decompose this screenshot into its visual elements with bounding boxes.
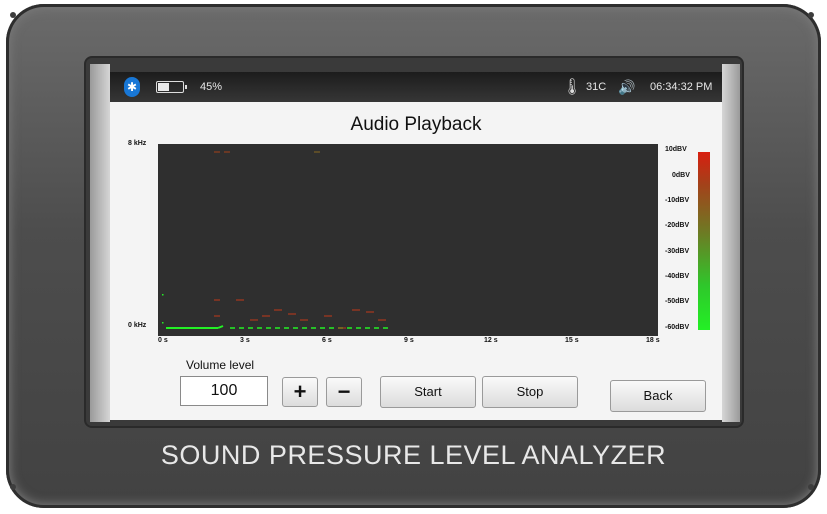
signal-mark: [162, 294, 164, 296]
device-brand: SOUND PRESSURE LEVEL ANALYZER: [160, 440, 667, 470]
signal-trace: [217, 325, 224, 329]
x-tick-label: 9 s: [404, 337, 414, 344]
back-button[interactable]: Back: [610, 380, 706, 412]
spectrogram-marks: [162, 151, 388, 329]
scale-label: -40dBV: [665, 273, 690, 280]
screw: [10, 12, 16, 18]
bezel-edge: [722, 64, 740, 422]
volume-label: Volume level: [186, 358, 255, 372]
scale-label: -60dBV: [665, 324, 690, 331]
bezel-edge: [90, 64, 110, 422]
clock: 06:34:32 PM: [650, 81, 713, 93]
battery-fill: [158, 83, 169, 91]
speaker-icon[interactable]: 🔊: [618, 79, 635, 96]
start-button[interactable]: Start: [380, 376, 476, 408]
stop-button[interactable]: Stop: [482, 376, 578, 408]
scale-label: -10dBV: [665, 197, 690, 204]
bluetooth-icon[interactable]: ✱: [124, 77, 140, 97]
battery-percent: 45%: [200, 81, 223, 93]
screw: [808, 484, 814, 490]
page-title: Audio Playback: [350, 114, 482, 135]
x-tick-label: 18 s: [646, 337, 660, 344]
status-bar: ✱ 45% 🌡 31C 🔊 06:34:32 PM: [110, 72, 722, 102]
x-tick-label: 12 s: [484, 337, 498, 344]
thermometer-icon: 🌡: [562, 79, 583, 96]
scale-label: 0dBV: [672, 172, 690, 179]
spectrogram-plot[interactable]: [158, 144, 658, 336]
x-tick-label: 6 s: [322, 337, 332, 344]
display-screen: ✱ 45% 🌡 31C 🔊 06:34:32 PM Audio Playback…: [110, 72, 722, 420]
scale-label: -30dBV: [665, 248, 690, 255]
volume-down-button[interactable]: −: [326, 377, 362, 407]
volume-up-button[interactable]: +: [282, 377, 318, 407]
y-axis-bottom-label: 0 kHz: [128, 322, 147, 329]
volume-input[interactable]: 100: [180, 376, 268, 406]
screw: [808, 12, 814, 18]
y-axis-top-label: 8 kHz: [128, 140, 147, 147]
scale-label: -50dBV: [665, 298, 690, 305]
x-tick-label: 15 s: [565, 337, 579, 344]
scale-label: -20dBV: [665, 222, 690, 229]
spectrogram-events: [162, 151, 388, 329]
scale-label: 10dBV: [665, 146, 687, 153]
screw: [10, 484, 16, 490]
dbv-color-scale: [698, 152, 710, 330]
temperature-readout: 31C: [586, 81, 607, 93]
x-tick-label: 0 s: [158, 337, 168, 344]
x-tick-label: 3 s: [240, 337, 250, 344]
battery-icon: [156, 81, 187, 93]
signal-mark: [162, 322, 164, 324]
